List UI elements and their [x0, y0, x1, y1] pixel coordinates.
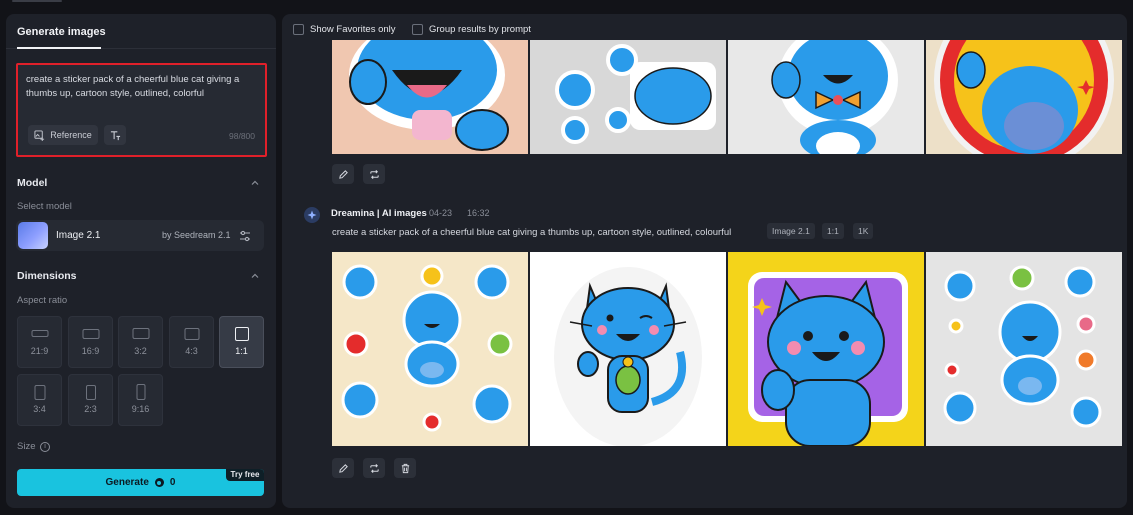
trash-icon [401, 463, 409, 473]
cat-sticker-sheet-image [332, 252, 528, 446]
result-image[interactable] [926, 40, 1122, 154]
result-image[interactable] [728, 40, 924, 154]
generation-time: 16:32 [467, 208, 490, 218]
ratio-label: 9:16 [131, 404, 150, 414]
ratio-shape [34, 385, 45, 400]
ratio-shape [184, 328, 199, 340]
top-tab-indicator [12, 0, 62, 2]
result-image[interactable] [332, 252, 528, 446]
repeat-icon [369, 169, 379, 179]
ratio-tag: 1:1 [822, 223, 844, 239]
group-checkbox[interactable] [412, 24, 423, 35]
ratio-4-3[interactable]: 4:3 [169, 316, 214, 368]
ratio-21-9[interactable]: 21:9 [17, 316, 62, 368]
reference-button[interactable]: Reference [28, 125, 98, 145]
pencil-icon [338, 169, 348, 179]
delete-button[interactable] [394, 458, 416, 478]
repeat-icon [369, 463, 379, 473]
ratio-shape [136, 384, 145, 400]
ratio-label: 2:3 [84, 404, 97, 414]
result-image[interactable] [728, 252, 924, 446]
resolution-tag: 1K [853, 223, 874, 239]
regenerate-button[interactable] [363, 458, 385, 478]
ratio-shape [85, 385, 96, 400]
ratio-label: 21:9 [30, 346, 49, 356]
edit-button[interactable] [332, 458, 354, 478]
result-image[interactable] [530, 252, 726, 446]
char-count: 98/800 [229, 131, 255, 141]
model-name: Image 2.1 [56, 230, 101, 241]
generation-date: 04-23 [429, 208, 453, 218]
dimensions-section-title: Dimensions [17, 270, 77, 282]
ratio-2-3[interactable]: 2:3 [68, 374, 113, 426]
favorites-filter[interactable]: Show Favorites only [293, 24, 396, 35]
ratio-label: 1:1 [235, 346, 248, 356]
model-thumbnail [18, 222, 48, 249]
ratio-label: 3:4 [33, 404, 46, 414]
image-add-icon [34, 129, 45, 141]
edit-button[interactable] [332, 164, 354, 184]
select-model-label: Select model [17, 201, 72, 212]
ratio-shape [82, 329, 99, 339]
info-icon[interactable]: i [40, 442, 50, 452]
credit-count: 0 [169, 477, 176, 488]
favorites-checkbox[interactable] [293, 24, 304, 35]
chevron-up-icon[interactable] [250, 178, 260, 188]
prompt-text[interactable]: create a sticker pack of a cheerful blue… [26, 73, 256, 101]
result-image[interactable] [332, 40, 528, 154]
ratio-9-16[interactable]: 9:16 [118, 374, 163, 426]
ratio-label: 3:2 [134, 346, 147, 356]
regenerate-button[interactable] [363, 164, 385, 184]
result-image[interactable] [530, 40, 726, 154]
size-label: Size [17, 441, 36, 452]
favorites-label: Show Favorites only [310, 24, 396, 35]
ratio-label: 4:3 [185, 346, 198, 356]
sliders-icon[interactable] [238, 229, 252, 243]
tab-generate-images[interactable]: Generate images [17, 26, 106, 38]
result-image[interactable] [926, 252, 1122, 446]
model-section-title: Model [17, 177, 48, 189]
chevron-up-icon[interactable] [250, 271, 260, 281]
result-images [332, 252, 1122, 446]
generation-source: Dreamina | AI images [331, 208, 427, 219]
group-label: Group results by prompt [429, 24, 531, 35]
ratio-1-1[interactable]: 1:1 [219, 316, 264, 368]
cat-sticker-sheet-image [926, 252, 1122, 446]
ratio-3-2[interactable]: 3:2 [118, 316, 163, 368]
reference-label: Reference [50, 130, 92, 140]
dreamina-logo-icon [304, 207, 320, 223]
results-panel: Show Favorites only Group results by pro… [282, 14, 1127, 508]
cat-sticker-image [926, 40, 1122, 154]
credit-icon [154, 478, 164, 487]
try-free-badge: Try free [226, 469, 264, 481]
pencil-icon [338, 463, 348, 473]
top-strip [0, 0, 1133, 10]
aspect-ratio-label: Aspect ratio [17, 295, 68, 306]
active-tab-underline [17, 47, 101, 49]
ratio-16-9[interactable]: 16:9 [68, 316, 113, 368]
cat-sticker-image [728, 252, 924, 446]
model-provider: by Seedream 2.1 [162, 230, 231, 240]
cat-sticker-image [530, 252, 726, 446]
ratio-3-4[interactable]: 3:4 [17, 374, 62, 426]
generate-label: Generate [105, 477, 149, 488]
prompt-input[interactable]: create a sticker pack of a cheerful blue… [16, 63, 267, 157]
generate-panel: Generate images create a sticker pack of… [6, 14, 276, 508]
ratio-shape [132, 328, 149, 339]
group-filter[interactable]: Group results by prompt [412, 24, 531, 35]
model-tag: Image 2.1 [767, 223, 815, 239]
ratio-shape [234, 327, 249, 341]
generation-prompt[interactable]: create a sticker pack of a cheerful blue… [332, 227, 731, 238]
text-icon [110, 130, 120, 140]
ratio-label: 16:9 [81, 346, 100, 356]
ratio-shape [31, 330, 48, 337]
result-images-previous [332, 40, 1122, 154]
cat-sticker-image [332, 40, 528, 154]
cat-sticker-image [530, 40, 726, 154]
model-selector[interactable]: Image 2.1 by Seedream 2.1 [16, 220, 264, 251]
cat-sticker-image [728, 40, 924, 154]
text-style-button[interactable] [104, 125, 126, 145]
